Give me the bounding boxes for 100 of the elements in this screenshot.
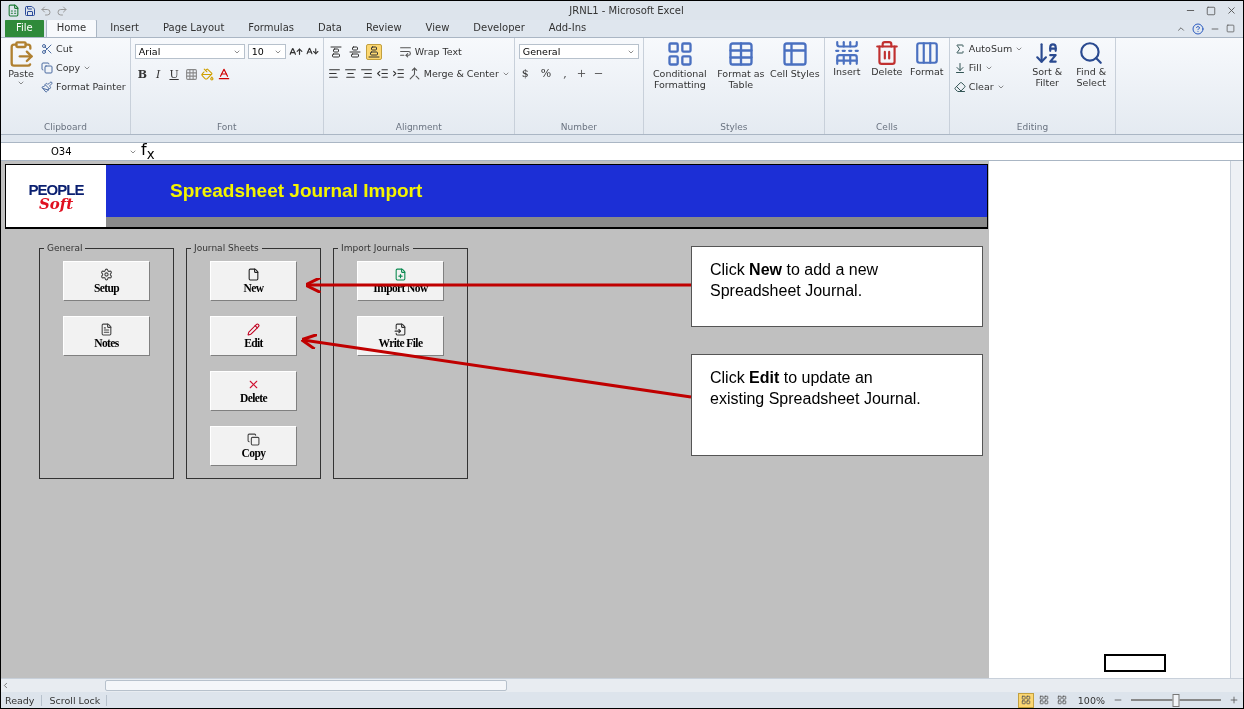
- ribbon-button[interactable]: Fill: [953, 59, 1024, 76]
- group-label: Alignment: [394, 121, 443, 134]
- ribbon-tab[interactable]: Formulas: [237, 19, 305, 37]
- form-button[interactable]: Copy: [210, 426, 297, 466]
- view-button[interactable]: [1017, 692, 1034, 708]
- ribbon-button[interactable]: Delete: [868, 40, 905, 77]
- decrease-indent-icon[interactable]: [375, 67, 389, 80]
- eraser-icon: [953, 80, 966, 93]
- copy-icon: [247, 432, 260, 446]
- blank-page-icon: [247, 267, 260, 281]
- group-title: General: [46, 243, 84, 253]
- status-text: Ready: [5, 694, 42, 706]
- ribbon-button[interactable]: Clear: [953, 78, 1024, 95]
- caret-icon: [17, 79, 25, 87]
- ribbon-button[interactable]: Find & Select: [1071, 40, 1112, 88]
- font-size-field[interactable]: 10: [247, 44, 286, 59]
- align-center-icon[interactable]: [343, 67, 357, 80]
- help-icon[interactable]: [1192, 22, 1204, 35]
- brush-icon: [41, 80, 53, 93]
- ribbon-button[interactable]: Format: [908, 40, 945, 77]
- ribbon-button[interactable]: Conditional Formatting: [647, 40, 712, 90]
- form-button[interactable]: New: [210, 261, 297, 301]
- ribbon-button[interactable]: Copy: [41, 59, 126, 76]
- align-right-icon[interactable]: [359, 67, 373, 80]
- name-box[interactable]: O34: [1, 146, 141, 157]
- save-icon[interactable]: [24, 4, 36, 17]
- ribbon-button[interactable]: Insert: [828, 40, 865, 77]
- align-left-icon[interactable]: [327, 67, 341, 80]
- close-icon[interactable]: [1226, 5, 1237, 16]
- restore-icon[interactable]: [1206, 5, 1216, 16]
- number-format-button[interactable]: %: [537, 67, 555, 80]
- zoom-in-icon[interactable]: [1229, 695, 1239, 705]
- vertical-scrollbar[interactable]: [1230, 161, 1243, 678]
- slider-thumb[interactable]: [1172, 693, 1180, 707]
- paste-button[interactable]: Paste: [5, 40, 37, 87]
- align-button[interactable]: [365, 43, 382, 60]
- ribbon-button[interactable]: Format Painter: [41, 78, 126, 95]
- ribbon-tab[interactable]: Review: [354, 19, 413, 37]
- banner-title: Spreadsheet Journal Import: [170, 180, 423, 202]
- wrap-text-button[interactable]: Wrap Text: [398, 43, 462, 60]
- wrap-text-icon: [398, 45, 412, 58]
- document-icon: [100, 322, 113, 336]
- ribbon-tab[interactable]: Insert: [99, 19, 150, 37]
- ribbon-button[interactable]: Cell Styles: [769, 40, 820, 79]
- merge-center-button[interactable]: Merge & Center: [407, 65, 510, 82]
- group-label: Styles: [719, 121, 749, 134]
- ribbon-tab[interactable]: Add-Ins: [537, 19, 598, 37]
- ribbon-tab[interactable]: Developer: [462, 19, 536, 37]
- number-format-field[interactable]: General: [518, 44, 639, 59]
- ribbon-button[interactable]: AutoSum: [953, 40, 1024, 57]
- group-label: Number: [559, 121, 598, 134]
- group-label: Font: [215, 121, 238, 134]
- group-label: Clipboard: [42, 121, 88, 134]
- form-button[interactable]: Write File: [357, 316, 444, 356]
- table-icon: [726, 40, 755, 68]
- search-icon: [1078, 40, 1105, 66]
- ribbon-tab[interactable]: Page Layout: [151, 19, 236, 37]
- status-text: Scroll Lock: [49, 694, 108, 706]
- form-button[interactable]: Delete: [210, 371, 297, 411]
- borders-icon[interactable]: [184, 67, 198, 81]
- group-label: Cells: [875, 121, 899, 134]
- file-arrow-icon: [394, 322, 407, 336]
- scroll-left-icon[interactable]: [1, 681, 10, 690]
- italic-button[interactable]: I: [153, 67, 164, 81]
- window-title: JRNL1 - Microsoft Excel: [567, 5, 685, 16]
- excel-icon[interactable]: [7, 4, 20, 17]
- bold-button[interactable]: B: [134, 67, 151, 81]
- underline-button[interactable]: U: [166, 67, 182, 81]
- selected-cell: [1104, 654, 1166, 672]
- fill-color-icon[interactable]: [200, 67, 214, 81]
- merge-icon: [407, 67, 421, 80]
- increase-indent-icon[interactable]: [391, 67, 405, 80]
- font-color-icon[interactable]: [216, 67, 231, 81]
- ribbon-button[interactable]: Format as Table: [715, 40, 766, 90]
- grid-icon: [665, 40, 694, 68]
- zoom-level[interactable]: 100%: [1077, 694, 1105, 706]
- redo-icon[interactable]: [56, 4, 68, 17]
- callout-text: Click Edit to update an existing Spreadsheet Journal.: [710, 368, 922, 409]
- callout-text: Click New to add a new Spreadsheet Journal.: [710, 260, 880, 301]
- font-name-field[interactable]: Arial: [134, 44, 245, 59]
- insert-function-button[interactable]: f$_{x}$: [141, 140, 155, 163]
- form-button[interactable]: Setup: [63, 261, 150, 301]
- logo: PEOPLE Soft: [6, 165, 106, 227]
- group-title: Import Journals: [340, 243, 411, 253]
- ribbon-button[interactable]: Cut: [41, 40, 126, 57]
- form-button[interactable]: Notes: [63, 316, 150, 356]
- restore-icon[interactable]: [1226, 24, 1235, 33]
- ribbon-tab[interactable]: Data: [307, 19, 353, 37]
- ribbon-tab[interactable]: View: [414, 19, 461, 37]
- fill-down-icon: [953, 61, 966, 74]
- rows-icon: [833, 40, 860, 66]
- horizontal-scrollbar[interactable]: [1, 678, 1243, 692]
- sigma-icon: [953, 42, 966, 55]
- copy-icon: [41, 61, 53, 74]
- number-format-button[interactable]: ,: [560, 67, 570, 80]
- number-format-button[interactable]: $: [518, 67, 532, 80]
- pencil-icon: [247, 322, 260, 336]
- form-button[interactable]: Edit: [210, 316, 297, 356]
- ribbon-button[interactable]: Sort & Filter: [1027, 40, 1068, 88]
- add-file-icon: [394, 267, 407, 281]
